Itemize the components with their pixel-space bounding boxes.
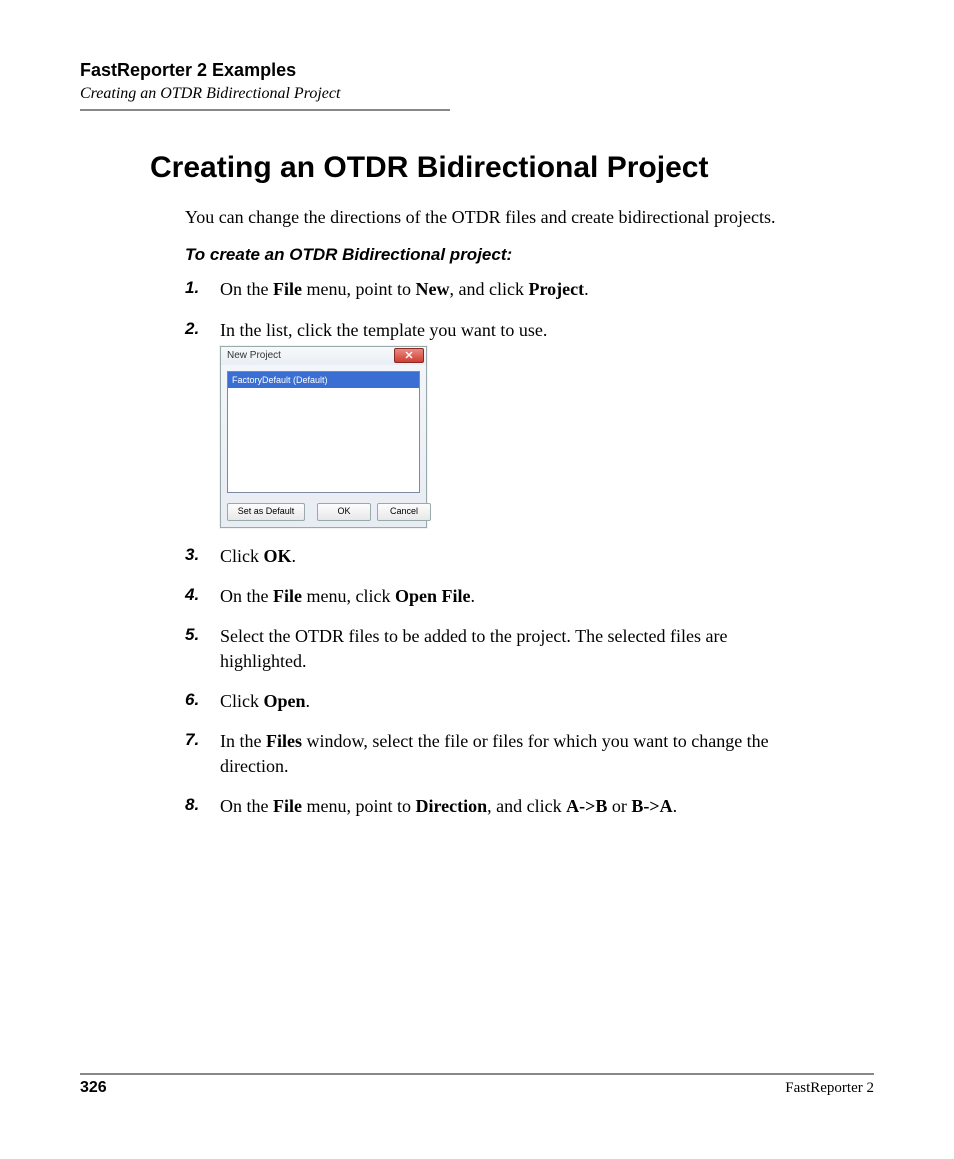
step-5: 5. Select the OTDR files to be added to … xyxy=(185,624,814,673)
step-6: 6. Click Open. xyxy=(185,689,814,713)
step-number: 6. xyxy=(185,689,199,712)
step-text: On the File menu, click Open File. xyxy=(220,586,475,606)
step-number: 4. xyxy=(185,584,199,607)
new-project-dialog-figure: New Project FactoryDefault (Default) xyxy=(220,346,814,528)
step-3: 3. Click OK. xyxy=(185,544,814,568)
template-list-item[interactable]: FactoryDefault (Default) xyxy=(228,372,419,388)
footer-divider xyxy=(80,1073,874,1075)
step-1: 1. On the File menu, point to New, and c… xyxy=(185,277,814,301)
step-text: Click OK. xyxy=(220,546,296,566)
step-number: 8. xyxy=(185,794,199,817)
procedure-steps: 1. On the File menu, point to New, and c… xyxy=(185,277,814,818)
chapter-title: FastReporter 2 Examples xyxy=(80,60,874,81)
close-button[interactable] xyxy=(394,348,424,363)
step-8: 8. On the File menu, point to Direction,… xyxy=(185,794,814,818)
step-number: 7. xyxy=(185,729,199,752)
close-icon xyxy=(404,351,414,359)
step-2: 2. In the list, click the template you w… xyxy=(185,318,814,528)
step-text: In the list, click the template you want… xyxy=(220,320,547,340)
dialog-titlebar: New Project xyxy=(221,347,426,365)
page-title: Creating an OTDR Bidirectional Project xyxy=(150,151,874,185)
page-header: FastReporter 2 Examples Creating an OTDR… xyxy=(80,60,874,111)
step-number: 1. xyxy=(185,277,199,300)
dialog-button-row: Set as Default OK Cancel xyxy=(221,499,426,527)
step-text: In the Files window, select the file or … xyxy=(220,731,769,775)
cancel-button[interactable]: Cancel xyxy=(377,503,431,521)
product-name: FastReporter 2 xyxy=(785,1080,874,1097)
header-divider xyxy=(80,109,450,111)
dialog-title: New Project xyxy=(227,349,281,363)
step-number: 5. xyxy=(185,624,199,647)
new-project-dialog: New Project FactoryDefault (Default) xyxy=(220,346,427,528)
ok-button[interactable]: OK xyxy=(317,503,371,521)
procedure-heading: To create an OTDR Bidirectional project: xyxy=(185,245,874,265)
step-text: On the File menu, point to New, and clic… xyxy=(220,279,589,299)
page-footer: 326 FastReporter 2 xyxy=(80,1073,874,1097)
step-text: On the File menu, point to Direction, an… xyxy=(220,796,677,816)
document-page: FastReporter 2 Examples Creating an OTDR… xyxy=(0,0,954,1159)
step-number: 2. xyxy=(185,318,199,341)
template-list[interactable]: FactoryDefault (Default) xyxy=(227,371,420,493)
set-as-default-button[interactable]: Set as Default xyxy=(227,503,305,521)
step-number: 3. xyxy=(185,544,199,567)
step-text: Select the OTDR files to be added to the… xyxy=(220,626,727,670)
step-7: 7. In the Files window, select the file … xyxy=(185,729,814,778)
intro-paragraph: You can change the directions of the OTD… xyxy=(185,205,814,229)
section-title: Creating an OTDR Bidirectional Project xyxy=(80,85,874,103)
page-number: 326 xyxy=(80,1079,107,1097)
dialog-body: FactoryDefault (Default) xyxy=(221,365,426,499)
step-text: Click Open. xyxy=(220,691,310,711)
step-4: 4. On the File menu, click Open File. xyxy=(185,584,814,608)
